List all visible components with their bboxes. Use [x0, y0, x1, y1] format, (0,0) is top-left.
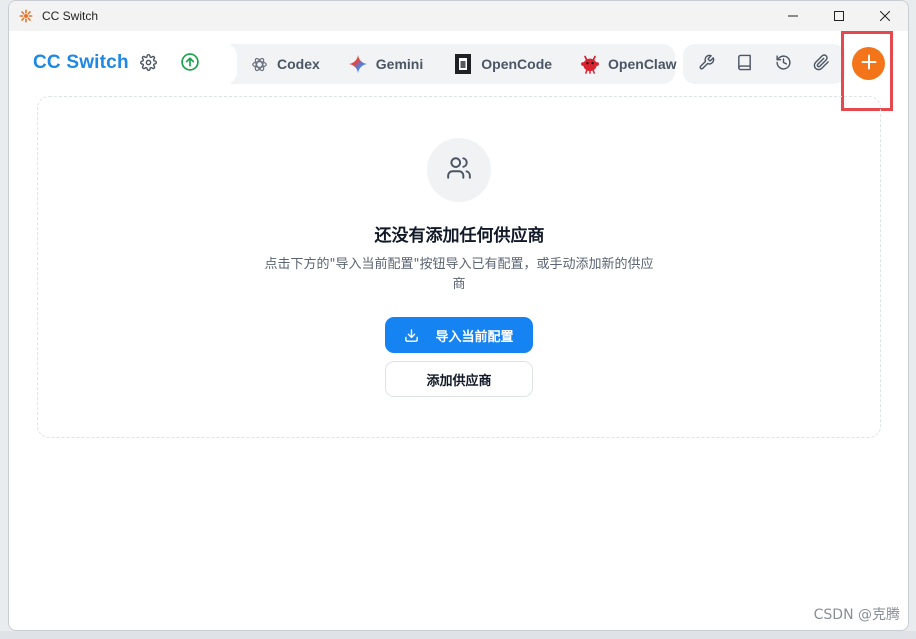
- skills-button[interactable]: [807, 49, 837, 79]
- openclaw-icon: [580, 54, 600, 74]
- desktop-taskbar-fragment: [0, 631, 916, 639]
- close-button[interactable]: [862, 1, 908, 31]
- app-logo-icon: [18, 8, 34, 24]
- arrow-up-circle-icon: [180, 52, 200, 76]
- tab-label: OpenClaw: [608, 56, 677, 72]
- tools-button[interactable]: [691, 49, 721, 79]
- book-icon: [736, 54, 753, 75]
- tabs-divider: [213, 44, 237, 84]
- download-icon: [404, 328, 419, 343]
- import-button-label: 导入当前配置: [435, 329, 514, 345]
- title-bar: CC Switch: [9, 1, 908, 31]
- gear-icon: [139, 53, 157, 75]
- tab-label: OpenCode: [481, 56, 553, 72]
- tab-openclaw[interactable]: OpenClaw: [566, 44, 690, 84]
- tab-codex[interactable]: Codex: [231, 44, 334, 84]
- history-icon: [775, 54, 792, 75]
- docs-button[interactable]: [730, 49, 760, 79]
- app-tabs: Codex Gemini OpenCode OpenClaw: [231, 44, 677, 84]
- wrench-icon: [698, 54, 715, 75]
- settings-button[interactable]: [134, 50, 162, 78]
- window-title: CC Switch: [42, 9, 99, 23]
- tab-opencode[interactable]: OpenCode: [437, 44, 566, 84]
- window-controls: [770, 1, 908, 31]
- tab-label: Gemini: [375, 56, 424, 72]
- add-provider-secondary-button[interactable]: 添加供应商: [385, 361, 533, 397]
- opencode-icon: [453, 54, 473, 74]
- watermark: CSDN @克腾: [813, 607, 900, 623]
- brand-title: CC Switch: [33, 52, 129, 73]
- openai-icon: [249, 54, 269, 74]
- paperclip-icon: [813, 53, 830, 75]
- empty-state-description: 点击下方的"导入当前配置"按钮导入已有配置，或手动添加新的供应商: [264, 257, 654, 292]
- users-icon: [446, 155, 472, 185]
- gemini-star-icon: [348, 54, 368, 74]
- empty-state-title: 还没有添加任何供应商: [374, 226, 545, 246]
- update-button[interactable]: [176, 50, 204, 78]
- tools-group: [683, 44, 845, 84]
- import-config-button[interactable]: 导入当前配置: [385, 317, 533, 353]
- add-button-label: 添加供应商: [426, 373, 492, 389]
- history-button[interactable]: [768, 49, 798, 79]
- tab-label: Codex: [277, 56, 320, 72]
- empty-state-icon-circle: [427, 138, 491, 202]
- tab-gemini[interactable]: Gemini: [334, 44, 437, 84]
- app-window: CC Switch CC Switch Codex Gemini OpenCod…: [8, 0, 909, 631]
- minimize-button[interactable]: [770, 1, 816, 31]
- maximize-button[interactable]: [816, 1, 862, 31]
